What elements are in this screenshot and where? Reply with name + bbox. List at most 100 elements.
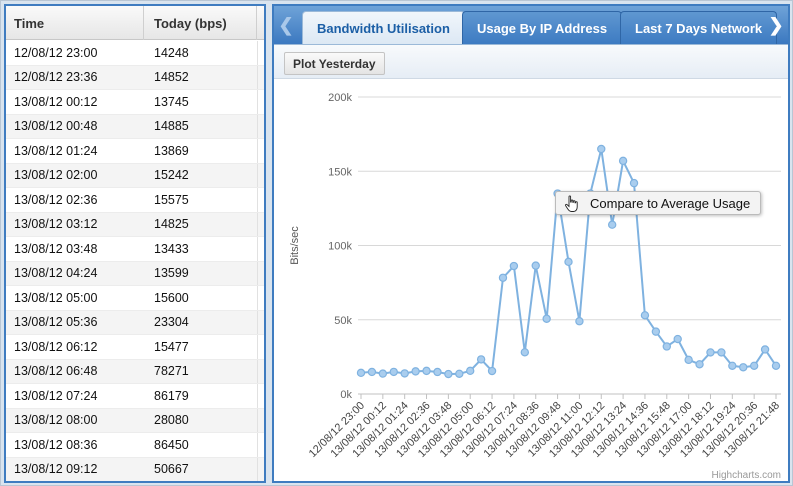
chart-toolbar: Plot Yesterday [274, 45, 788, 79]
cell-filler [257, 310, 264, 334]
tab-scroll-left-icon[interactable]: ❮ [274, 6, 298, 44]
tab-usage-by-ip-address[interactable]: Usage By IP Address [462, 11, 623, 44]
highcharts-credits[interactable]: Highcharts.com [712, 470, 781, 481]
data-point[interactable] [651, 327, 661, 336]
data-point[interactable] [498, 273, 508, 282]
app-frame: Time Today (bps) 12/08/12 23:00 14248 12/0… [0, 0, 793, 486]
column-header-today-bps[interactable]: Today (bps) [144, 6, 257, 40]
cell-today-bps: 86450 [154, 437, 189, 452]
y-tick-label: 200k [328, 92, 352, 104]
table-row[interactable]: 13/08/12 00:12 13745 [6, 90, 264, 115]
data-point[interactable] [673, 334, 682, 344]
data-point[interactable] [389, 367, 398, 377]
data-point[interactable] [771, 361, 781, 370]
table-row[interactable]: 13/08/12 07:24 86179 [6, 384, 264, 409]
tab-bandwidth-utilisation[interactable]: Bandwidth Utilisation [302, 11, 465, 44]
data-point[interactable] [706, 348, 715, 357]
table-row[interactable]: 13/08/12 03:48 13433 [6, 237, 264, 262]
y-tick-label: 100k [328, 241, 352, 253]
cell-filler [257, 359, 264, 383]
cell-today-bps: 14825 [154, 217, 189, 232]
table-row[interactable]: 13/08/12 05:36 23304 [6, 310, 264, 335]
data-point[interactable] [378, 369, 388, 378]
cell-filler [257, 139, 264, 163]
table-row[interactable]: 13/08/12 04:24 13599 [6, 261, 264, 286]
data-point[interactable] [695, 360, 704, 369]
bandwidth-chart[interactable]: 0k 50k 100k 150k 200k Bits/sec 12/08/12 23:00 1… [274, 79, 788, 482]
table-row[interactable]: 12/08/12 23:00 14248 [6, 41, 264, 66]
data-grid-panel: Time Today (bps) 12/08/12 23:00 14248 12/0… [4, 4, 266, 483]
table-row[interactable]: 13/08/12 03:12 14825 [6, 212, 264, 237]
data-point[interactable] [662, 342, 671, 351]
tab-content: Plot Yesterday 0k 50k 100k 150k 200k Bits/sec… [274, 44, 788, 481]
cell-today-bps: 14885 [154, 119, 189, 134]
data-point[interactable] [356, 368, 366, 378]
table-row[interactable]: 13/08/12 08:36 86450 [6, 433, 264, 458]
cell-today-bps: 15575 [154, 192, 189, 207]
cell-today-bps: 13745 [154, 94, 189, 109]
cell-today-bps: 13869 [154, 143, 189, 158]
data-point[interactable] [531, 261, 540, 270]
data-point[interactable] [564, 257, 573, 267]
data-point[interactable] [717, 348, 726, 357]
table-row[interactable]: 13/08/12 00:48 14885 [6, 114, 264, 139]
tab-scroll-right-icon[interactable]: ❯ [764, 6, 788, 44]
data-point[interactable] [760, 345, 770, 354]
data-point[interactable] [739, 363, 748, 372]
cell-filler [257, 237, 264, 261]
table-row[interactable]: 13/08/12 02:36 15575 [6, 188, 264, 213]
data-point[interactable] [367, 367, 377, 377]
table-row[interactable]: 13/08/12 09:12 50667 [6, 457, 264, 481]
cell-today-bps: 86179 [154, 388, 189, 403]
data-point[interactable] [640, 311, 650, 320]
data-point[interactable] [749, 361, 759, 370]
data-point[interactable] [400, 369, 409, 378]
column-header-time[interactable]: Time [6, 6, 144, 40]
hand-pointer-icon [565, 195, 578, 212]
context-tooltip[interactable]: Compare to Average Usage [555, 191, 762, 215]
tab-last-7-days-network[interactable]: Last 7 Days Network [620, 11, 778, 44]
data-point[interactable] [597, 144, 606, 154]
table-row[interactable]: 12/08/12 23:36 14852 [6, 65, 264, 90]
cell-filler [257, 163, 264, 187]
data-point[interactable] [607, 220, 617, 229]
data-point[interactable] [728, 361, 737, 370]
data-point[interactable] [618, 156, 628, 166]
cell-time: 13/08/12 04:24 [14, 266, 98, 281]
data-point[interactable] [466, 366, 475, 376]
cell-today-bps: 15477 [154, 339, 189, 354]
cell-time: 12/08/12 23:36 [14, 70, 98, 85]
data-point[interactable] [629, 178, 639, 188]
cell-time: 13/08/12 03:48 [14, 241, 98, 256]
data-point[interactable] [684, 355, 693, 365]
table-row[interactable]: 13/08/12 05:00 15600 [6, 286, 264, 311]
data-point[interactable] [542, 314, 551, 323]
cell-today-bps: 13599 [154, 266, 189, 281]
table-row[interactable]: 13/08/12 06:48 78271 [6, 359, 264, 384]
table-row[interactable]: 13/08/12 02:00 15242 [6, 163, 264, 188]
data-point[interactable] [455, 369, 464, 379]
plot-yesterday-button[interactable]: Plot Yesterday [284, 52, 385, 75]
data-point[interactable] [422, 366, 431, 376]
cell-filler [257, 335, 264, 359]
data-point[interactable] [476, 355, 486, 364]
cell-filler [257, 41, 264, 65]
table-row[interactable]: 13/08/12 01:24 13869 [6, 139, 264, 164]
cell-filler [257, 90, 264, 114]
cell-today-bps: 28080 [154, 413, 189, 428]
cell-time: 13/08/12 09:12 [14, 462, 98, 477]
cell-time: 13/08/12 05:00 [14, 290, 98, 305]
table-row[interactable]: 13/08/12 06:12 15477 [6, 335, 264, 360]
chart-svg[interactable]: 0k50k100k150k200kBits/sec12/08/12 23:001… [274, 79, 788, 482]
tooltip-text: Compare to Average Usage [590, 195, 751, 211]
data-point[interactable] [411, 367, 420, 376]
data-point[interactable] [487, 366, 497, 376]
data-point[interactable] [433, 367, 442, 377]
data-point[interactable] [509, 261, 519, 271]
data-point[interactable] [444, 369, 453, 379]
data-point[interactable] [520, 348, 530, 357]
y-tick-label: 0k [340, 389, 352, 401]
cell-time: 13/08/12 06:12 [14, 339, 98, 354]
data-point[interactable] [575, 317, 584, 326]
table-row[interactable]: 13/08/12 08:00 28080 [6, 408, 264, 433]
